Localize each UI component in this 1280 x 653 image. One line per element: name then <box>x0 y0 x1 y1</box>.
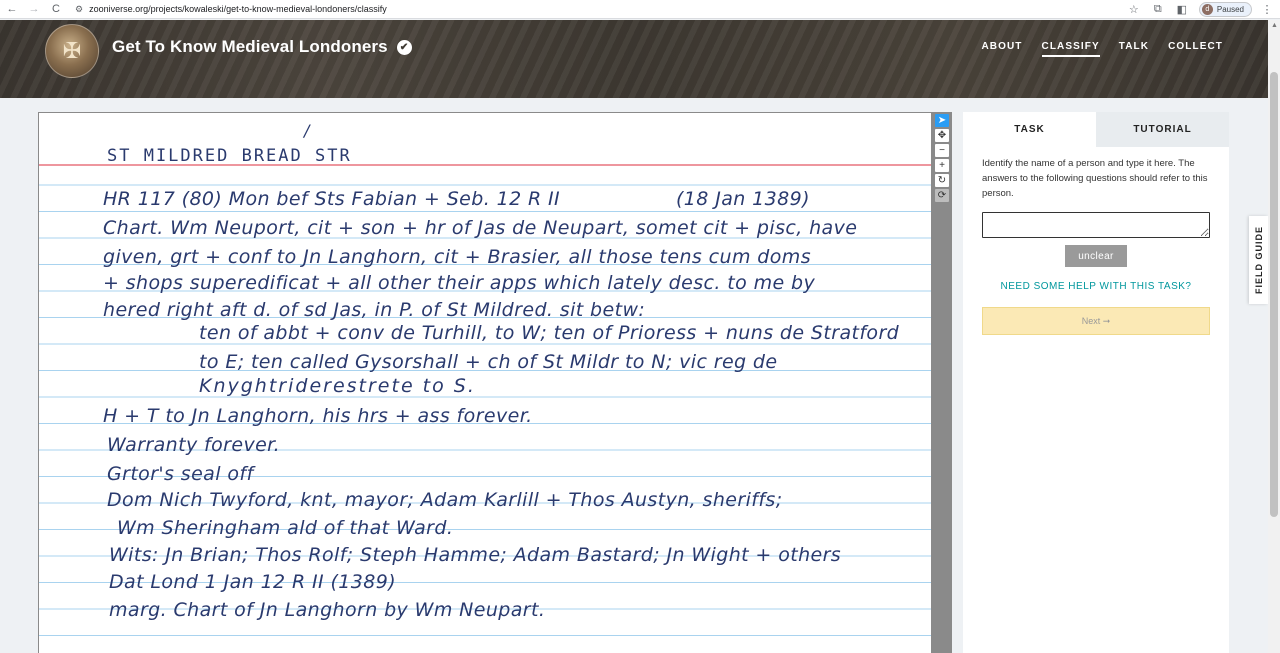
extensions-icon[interactable]: ⧉ <box>1151 3 1165 16</box>
scrollbar-thumb[interactable] <box>1270 72 1278 517</box>
forward-arrow-icon[interactable]: → <box>27 3 41 15</box>
transcript-line-4: + shops superedificat + all other their … <box>103 272 816 294</box>
page-scrollbar[interactable]: ▲ <box>1268 20 1280 653</box>
unclear-button[interactable]: unclear <box>1065 245 1127 267</box>
nav-classify[interactable]: CLASSIFY <box>1041 41 1100 57</box>
zoom-out-icon[interactable]: − <box>935 144 949 157</box>
select-pointer-icon[interactable]: ➤ <box>935 114 949 127</box>
side-panel-icon[interactable]: ◧ <box>1175 3 1189 16</box>
transcript-line-13: Wm Sheringham ald of that Ward. <box>117 517 454 539</box>
field-guide-tab[interactable]: FIELD GUIDE <box>1249 216 1268 304</box>
task-instructions: Identify the name of a person and type i… <box>982 158 1208 199</box>
bookmark-star-icon[interactable]: ☆ <box>1127 3 1141 16</box>
transcript-line-1: HR 117 (80) Mon bef Sts Fabian + Seb. 12… <box>103 188 810 210</box>
subject-viewer[interactable]: / ST MILDRED BREAD STR HR 117 (80) Mon b… <box>38 112 932 653</box>
tab-task[interactable]: TASK <box>963 112 1096 147</box>
zoom-in-icon[interactable]: + <box>935 159 949 172</box>
profile-avatar: d <box>1201 4 1213 15</box>
transcript-line-6: ten of abbt + conv de Turhill, to W; ten… <box>199 322 900 344</box>
transcript-line-3: given, grt + conf to Jn Langhorn, cit + … <box>103 246 811 268</box>
task-panel: TASK TUTORIAL Identify the name of a per… <box>963 112 1229 653</box>
field-guide-label: FIELD GUIDE <box>1253 225 1264 295</box>
task-tabs: TASK TUTORIAL <box>963 112 1229 147</box>
next-button[interactable]: Next ➞ <box>982 307 1210 335</box>
transcript-line-14: Wits: Jn Brian; Thos Rolf; Steph Hamme; … <box>109 544 842 566</box>
reload-icon[interactable]: C <box>49 3 63 15</box>
back-arrow-icon[interactable]: ← <box>5 3 19 15</box>
profile-button[interactable]: d Paused <box>1198 2 1252 17</box>
scroll-up-arrow-icon[interactable]: ▲ <box>1271 22 1278 29</box>
tab-tutorial[interactable]: TUTORIAL <box>1096 112 1229 147</box>
transcript-line-10: Warranty forever. <box>107 434 281 456</box>
project-nav: ABOUT CLASSIFY TALK COLLECT <box>981 41 1223 57</box>
browser-actions: ☆ ⧉ ◧ d Paused ⋮ <box>1117 0 1280 19</box>
profile-status: Paused <box>1216 5 1244 14</box>
transcript-line-2: Chart. Wm Neuport, cit + son + hr of Jas… <box>103 217 858 239</box>
project-avatar[interactable]: ✠ <box>45 24 99 78</box>
viewer-toolbar: ➤ ✥ − + ↻ ⟳ <box>932 112 952 653</box>
header-background <box>0 20 1268 98</box>
nav-talk[interactable]: TALK <box>1119 41 1149 57</box>
rotate-icon[interactable]: ↻ <box>935 174 949 187</box>
reset-view-icon[interactable]: ⟳ <box>935 189 949 202</box>
transcript-line-12: Dom Nich Twyford, knt, mayor; Adam Karli… <box>107 489 783 511</box>
site-info-icon[interactable]: ⚙ <box>75 4 83 15</box>
task-help-link[interactable]: NEED SOME HELP WITH THIS TASK? <box>963 281 1229 292</box>
document-heading: ST MILDRED BREAD STR <box>107 146 352 166</box>
transcript-line-11: Grtor's seal off <box>107 463 254 485</box>
project-header: ✠ Get To Know Medieval Londoners ✔ ABOUT… <box>0 20 1268 98</box>
verified-badge-icon: ✔ <box>396 39 412 55</box>
tick-mark: / <box>304 121 310 140</box>
nav-about[interactable]: ABOUT <box>981 41 1022 57</box>
transcript-line-7: to E; ten called Gysorshall + ch of St M… <box>199 351 778 373</box>
transcript-line-8: Knyghtriderestrete to S. <box>199 375 476 397</box>
person-name-input[interactable] <box>982 212 1210 238</box>
address-bar[interactable]: zooniverse.org/projects/kowaleski/get-to… <box>89 4 387 14</box>
project-title-link[interactable]: Get To Know Medieval Londoners ✔ <box>112 37 412 57</box>
browser-toolbar: ← → C ⚙ zooniverse.org/projects/kowalesk… <box>0 0 1280 19</box>
transcript-line-16: marg. Chart of Jn Langhorn by Wm Neupart… <box>109 599 546 621</box>
nav-collect[interactable]: COLLECT <box>1168 41 1223 57</box>
transcript-line-9: H + T to Jn Langhorn, his hrs + ass fore… <box>103 405 533 427</box>
project-title: Get To Know Medieval Londoners <box>112 37 388 56</box>
transcript-line-5: hered right aft d. of sd Jas, in P. of S… <box>103 299 646 321</box>
browser-menu-icon[interactable]: ⋮ <box>1260 3 1274 16</box>
move-pan-icon[interactable]: ✥ <box>935 129 949 142</box>
transcript-line-15: Dat Lond 1 Jan 12 R II (1389) <box>109 571 397 593</box>
